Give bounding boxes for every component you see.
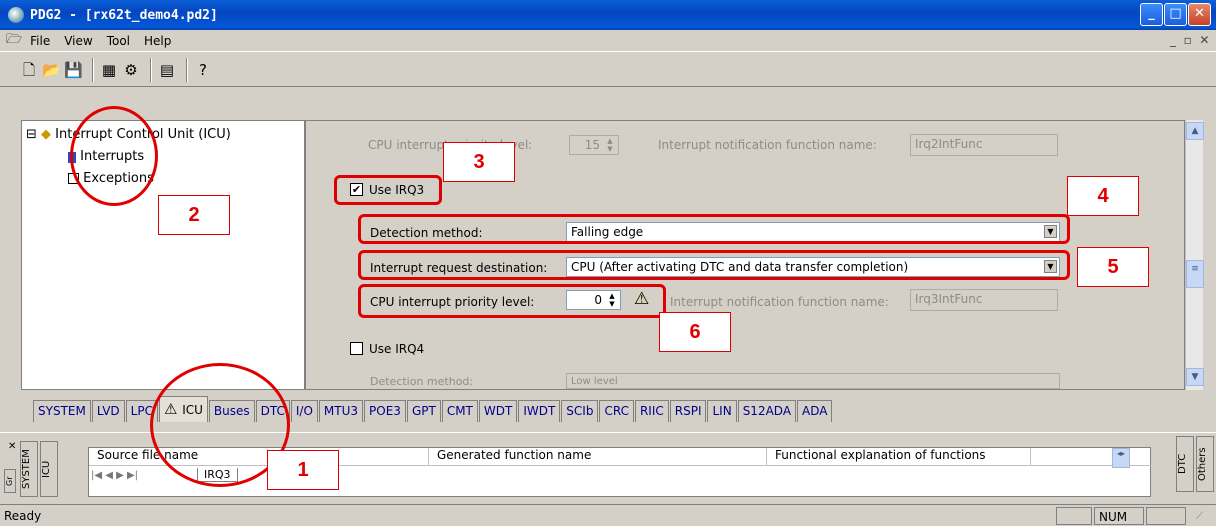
annotation-ring-2 bbox=[70, 106, 158, 206]
minimize-button[interactable]: _ bbox=[1140, 3, 1163, 26]
use-irq4-label: Use IRQ4 bbox=[369, 342, 425, 356]
sheet-nav-icons[interactable]: |◀ ◀ ▶ ▶| bbox=[91, 470, 138, 481]
tab-scib[interactable]: SCIb bbox=[561, 400, 599, 422]
splitter-icon[interactable]: ◂▸ bbox=[1112, 448, 1130, 468]
document-icon: 🗁 bbox=[6, 31, 23, 47]
tab-rspi[interactable]: RSPI bbox=[669, 400, 707, 422]
tab-gpt[interactable]: GPT bbox=[406, 400, 441, 422]
menu-help[interactable]: Help bbox=[144, 34, 171, 48]
annotation-box-4 bbox=[358, 214, 1070, 244]
window-title: PDG2 - [rx62t_demo4.pd2] bbox=[30, 7, 218, 23]
close-pane-icon[interactable]: ✕ bbox=[8, 441, 16, 452]
status-text: Ready bbox=[4, 509, 42, 523]
irq4-detection-label: Detection method: bbox=[370, 375, 474, 388]
status-bar: Ready NUM ⟋ bbox=[0, 504, 1216, 526]
num-indicator: NUM bbox=[1094, 507, 1144, 525]
callout-3: 3 bbox=[443, 142, 515, 182]
vtab-icu[interactable]: ICU bbox=[40, 441, 58, 497]
tree-view: ⊟ ◆ Interrupt Control Unit (ICU) ! Inter… bbox=[21, 120, 305, 390]
tab-ada[interactable]: ADA bbox=[797, 400, 833, 422]
help-icon[interactable]: ? bbox=[194, 61, 212, 79]
tab-lin[interactable]: LIN bbox=[707, 400, 737, 422]
annotation-box-3 bbox=[334, 175, 442, 205]
tab-wdt[interactable]: WDT bbox=[478, 400, 518, 422]
tab-system[interactable]: SYSTEM bbox=[33, 400, 91, 422]
menu-tool[interactable]: Tool bbox=[107, 34, 130, 48]
toolbar: 🗋 📂 💾 ▦ ⚙ ▤ ? bbox=[0, 53, 1216, 87]
tab-crc[interactable]: CRC bbox=[599, 400, 634, 422]
new-file-icon[interactable]: 🗋 bbox=[20, 61, 38, 79]
report-icon[interactable]: ▤ bbox=[158, 61, 176, 79]
vtab-dtc[interactable]: DTC bbox=[1176, 436, 1194, 492]
scroll-down-icon[interactable]: ▼ bbox=[1186, 368, 1204, 386]
irq2-notify-field: Irq2IntFunc bbox=[910, 134, 1058, 156]
irq2-priority-stepper: 15 ▲ ▼ bbox=[569, 135, 619, 155]
column-header[interactable]: Functional explanation of functions bbox=[767, 448, 1031, 465]
vertical-scrollbar[interactable]: ▲ ≡ ▼ bbox=[1185, 120, 1204, 390]
callout-4: 4 bbox=[1067, 176, 1139, 216]
tab-lvd[interactable]: LVD bbox=[91, 400, 125, 422]
tab-s12ada[interactable]: S12ADA bbox=[737, 400, 797, 422]
tab-mtu3[interactable]: MTU3 bbox=[318, 400, 364, 422]
callout-6: 6 bbox=[659, 312, 731, 352]
generate-icon[interactable]: ⚙ bbox=[122, 61, 140, 79]
column-header[interactable]: Generated function name bbox=[429, 448, 767, 465]
menu-bar: 🗁 File View Tool Help bbox=[0, 30, 1216, 52]
maximize-button[interactable]: □ bbox=[1164, 3, 1187, 26]
notify-label: Interrupt notification function name: bbox=[670, 295, 889, 309]
vtab-others[interactable]: Others bbox=[1196, 436, 1214, 492]
save-icon[interactable]: 💾 bbox=[64, 61, 83, 79]
callout-2: 2 bbox=[158, 195, 230, 235]
annotation-box-5 bbox=[358, 250, 1070, 280]
use-irq4-checkbox[interactable] bbox=[350, 342, 363, 355]
tab-poe3[interactable]: POE3 bbox=[364, 400, 406, 422]
mdi-controls[interactable]: _ ▫ ✕ bbox=[1170, 33, 1209, 47]
menu-file[interactable]: File bbox=[30, 34, 50, 48]
check-icon[interactable]: ▦ bbox=[100, 61, 118, 79]
open-folder-icon[interactable]: 📂 bbox=[42, 61, 61, 79]
resize-grip-icon[interactable]: ⟋ bbox=[1196, 511, 1203, 522]
notify-field: Irq3IntFunc bbox=[910, 289, 1058, 311]
scroll-up-icon[interactable]: ▲ bbox=[1186, 122, 1204, 140]
tab-cmt[interactable]: CMT bbox=[441, 400, 478, 422]
tab-riic[interactable]: RIIC bbox=[634, 400, 669, 422]
scroll-thumb[interactable]: ≡ bbox=[1186, 260, 1204, 288]
irq4-detection-select: Low level bbox=[566, 373, 1060, 389]
callout-5: 5 bbox=[1077, 247, 1149, 287]
annotation-box-6 bbox=[358, 284, 666, 318]
tab-io[interactable]: I/O bbox=[290, 400, 318, 422]
title-bar: PDG2 - [rx62t_demo4.pd2] bbox=[0, 0, 1216, 30]
irq2-notify-label: Interrupt notification function name: bbox=[658, 138, 877, 152]
menu-view[interactable]: View bbox=[64, 34, 92, 48]
vtab-gr[interactable]: Gr bbox=[4, 469, 16, 493]
app-icon bbox=[8, 7, 24, 23]
close-button[interactable]: ✕ bbox=[1188, 3, 1211, 26]
tab-iwdt[interactable]: IWDT bbox=[518, 400, 561, 422]
callout-1: 1 bbox=[267, 450, 339, 490]
vtab-system[interactable]: SYSTEM bbox=[20, 441, 38, 497]
